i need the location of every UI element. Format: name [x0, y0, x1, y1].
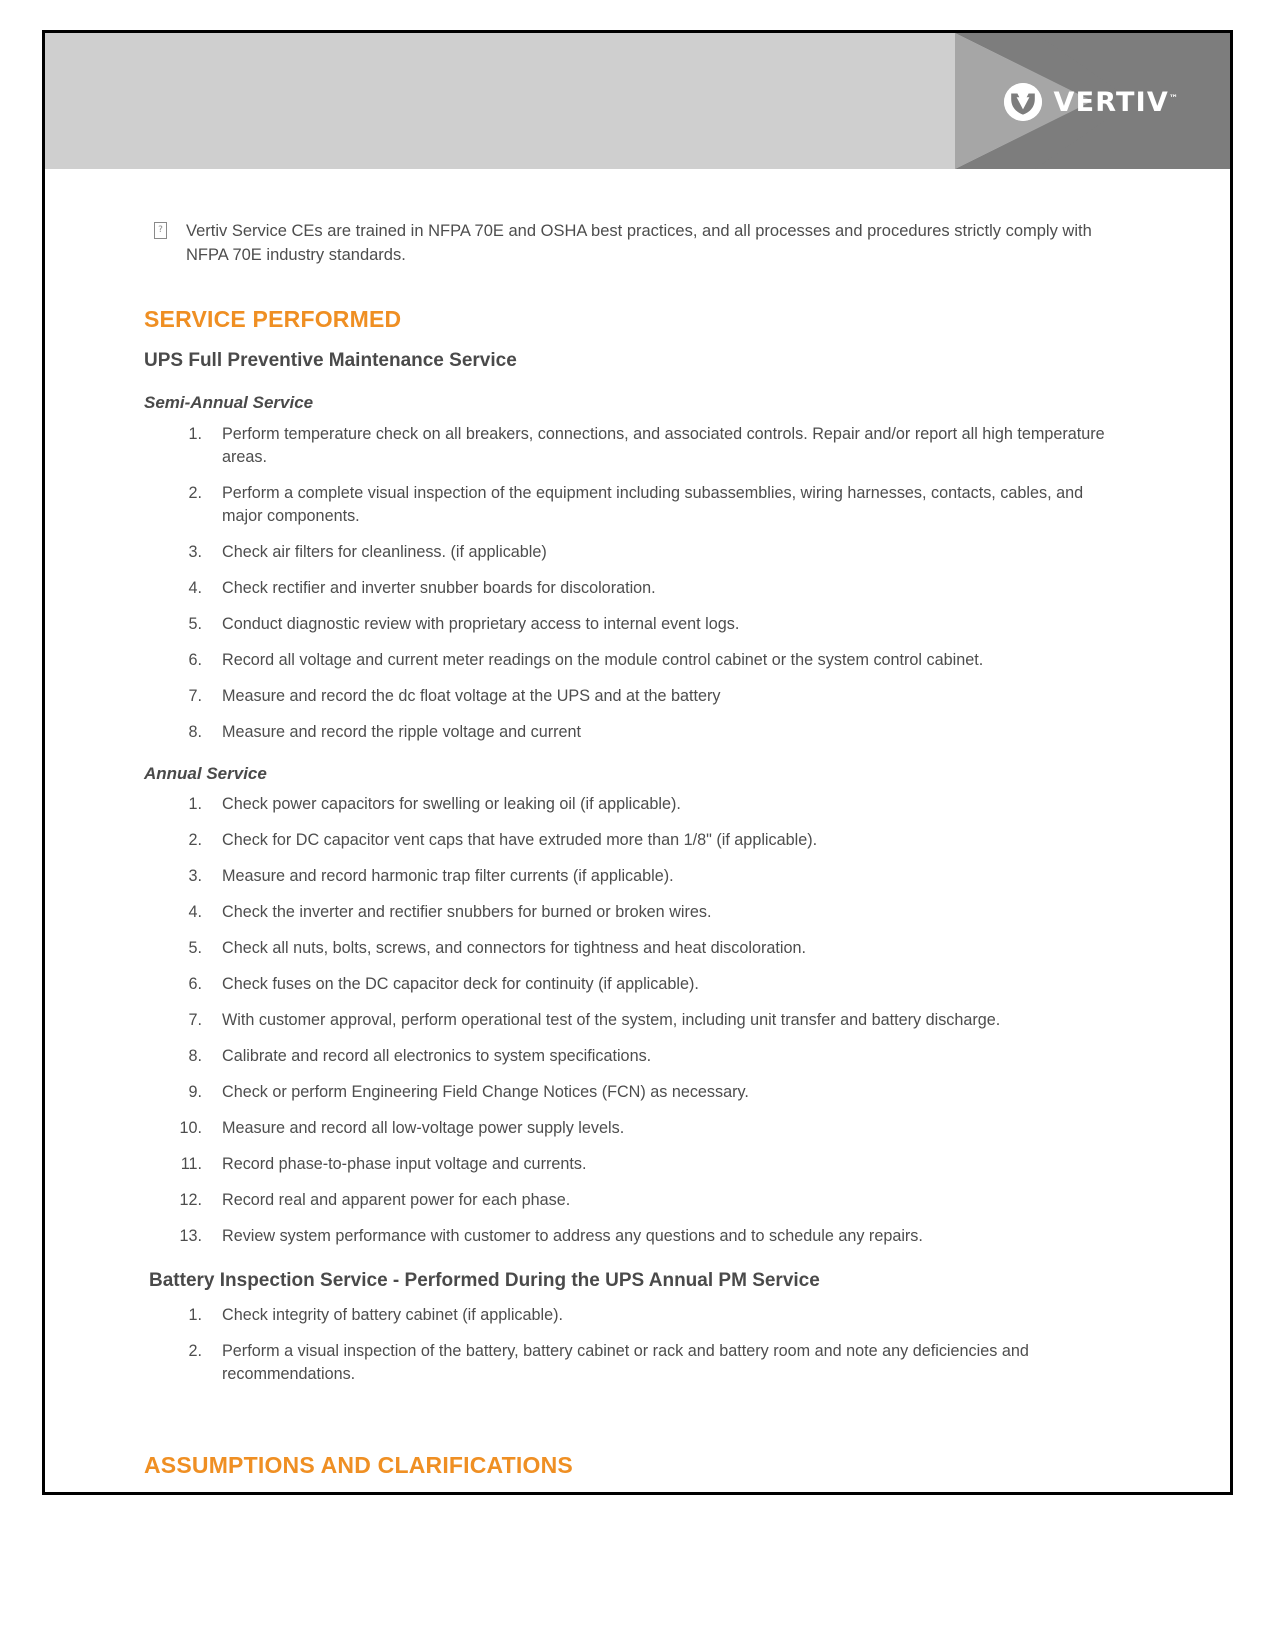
- list-text: Perform a visual inspection of the batte…: [222, 1341, 1029, 1383]
- list-text: Record real and apparent power for each …: [222, 1191, 571, 1210]
- vertiv-logo: VERTIV™: [1003, 83, 1178, 121]
- list-text: Calibrate and record all electronics to …: [222, 1047, 652, 1066]
- list-text: Check the inverter and rectifier snubber…: [222, 903, 712, 922]
- list-number: 7.: [188, 1011, 202, 1030]
- list-number: 8.: [188, 1047, 202, 1066]
- list-number: 3.: [188, 542, 202, 561]
- list-number: 6.: [188, 650, 202, 669]
- list-text: Check all nuts, bolts, screws, and conne…: [222, 939, 806, 958]
- vertiv-mark-icon: [1003, 83, 1042, 121]
- list-item: 2. Perform a complete visual inspection o…: [144, 482, 1112, 528]
- list-number: 4.: [188, 903, 202, 922]
- list-number: 13.: [179, 1227, 202, 1246]
- list-item: 5. Conduct diagnostic review with proprie…: [144, 613, 1112, 636]
- document-page: VERTIV™ ? Vertiv Service CEs are trained…: [42, 30, 1233, 1495]
- section-heading-service-performed: SERVICE PERFORMED: [144, 305, 402, 332]
- intro-bullet-text: Vertiv Service CEs are trained in NFPA 7…: [186, 222, 1092, 264]
- list-text: Check air filters for cleanliness. (if a…: [222, 542, 547, 561]
- list-number: 2.: [188, 483, 202, 502]
- list-item: 10. Measure and record all low-voltage po…: [144, 1117, 1112, 1140]
- list-number: 8.: [188, 722, 202, 741]
- list-item: 9. Check or perform Engineering Field Cha…: [144, 1081, 1112, 1104]
- list-item: 1. Perform temperature check on all break…: [144, 423, 1112, 469]
- list-item: 12. Record real and apparent power for ea…: [144, 1189, 1112, 1212]
- list-item: 5. Check all nuts, bolts, screws, and con…: [144, 937, 1112, 960]
- list-item: 11. Record phase-to-phase input voltage a…: [144, 1153, 1112, 1176]
- annual-service-list: 1. Check power capacitors for swelling or…: [144, 793, 1112, 1248]
- document-content: ? Vertiv Service CEs are trained in NFPA…: [45, 220, 1230, 1492]
- list-text: Review system performance with customer …: [222, 1227, 923, 1246]
- missing-glyph-bullet-icon: ?: [154, 222, 167, 239]
- list-number: 3.: [188, 867, 202, 886]
- list-text: Measure and record harmonic trap filter …: [222, 867, 674, 886]
- list-number: 5.: [188, 614, 202, 633]
- list-text: Record all voltage and current meter rea…: [222, 650, 984, 669]
- list-item: 6. Check fuses on the DC capacitor deck f…: [144, 973, 1112, 996]
- list-item: 4. Check rectifier and inverter snubber b…: [144, 577, 1112, 600]
- list-item: 8. Calibrate and record all electronics t…: [144, 1045, 1112, 1068]
- list-item: 3. Measure and record harmonic trap filte…: [144, 865, 1112, 888]
- battery-inspection-list: 1. Check integrity of battery cabinet (if…: [149, 1304, 1112, 1386]
- list-text: Perform temperature check on all breaker…: [222, 424, 1105, 466]
- list-item: 6. Record all voltage and current meter r…: [144, 649, 1112, 672]
- list-number: 2.: [188, 1341, 202, 1360]
- list-text: Check integrity of battery cabinet (if a…: [222, 1305, 564, 1324]
- list-item: 7. Measure and record the dc float voltag…: [144, 685, 1112, 708]
- group-heading-semi-annual: Semi-Annual Service: [144, 393, 314, 413]
- list-item: 1. Check power capacitors for swelling or…: [144, 793, 1112, 816]
- list-text: Measure and record all low-voltage power…: [222, 1119, 625, 1138]
- group-heading-annual: Annual Service: [144, 763, 267, 783]
- list-number: 6.: [188, 975, 202, 994]
- list-item: 3. Check air filters for cleanliness. (if…: [144, 541, 1112, 564]
- list-item: 2. Check for DC capacitor vent caps that …: [144, 829, 1112, 852]
- list-number: 1.: [188, 795, 202, 814]
- list-text: Conduct diagnostic review with proprieta…: [222, 614, 740, 633]
- list-number: 11.: [180, 1155, 202, 1174]
- semi-annual-service-list: 1. Perform temperature check on all break…: [144, 423, 1112, 744]
- list-item: 2. Perform a visual inspection of the bat…: [149, 1340, 1112, 1386]
- list-number: 2.: [188, 831, 202, 850]
- list-number: 12.: [179, 1191, 202, 1210]
- list-item: 8. Measure and record the ripple voltage …: [144, 721, 1112, 744]
- list-text: Perform a complete visual inspection of …: [222, 483, 1084, 525]
- list-text: Measure and record the dc float voltage …: [222, 686, 721, 705]
- section-heading-assumptions: ASSUMPTIONS AND CLARIFICATIONS: [144, 1451, 573, 1478]
- list-number: 7.: [188, 686, 202, 705]
- subheading-ups-full-pm-service: UPS Full Preventive Maintenance Service: [144, 350, 517, 372]
- subheading-battery-inspection-service: Battery Inspection Service - Performed D…: [149, 1270, 820, 1292]
- list-item: 4. Check the inverter and rectifier snubb…: [144, 901, 1112, 924]
- list-text: Check rectifier and inverter snubber boa…: [222, 578, 656, 597]
- page-header-band: VERTIV™: [45, 33, 1230, 169]
- list-number: 1.: [188, 1305, 202, 1324]
- list-text: Check power capacitors for swelling or l…: [222, 795, 681, 814]
- list-text: Record phase-to-phase input voltage and …: [222, 1155, 587, 1174]
- intro-bullet-item: ? Vertiv Service CEs are trained in NFPA…: [144, 220, 1112, 268]
- list-text: Check for DC capacitor vent caps that ha…: [222, 831, 818, 850]
- list-number: 4.: [188, 578, 202, 597]
- vertiv-wordmark: VERTIV™: [1053, 86, 1178, 118]
- list-item: 1. Check integrity of battery cabinet (if…: [149, 1304, 1112, 1327]
- list-number: 5.: [188, 939, 202, 958]
- list-number: 9.: [188, 1083, 202, 1102]
- list-item: 13. Review system performance with custom…: [144, 1225, 1112, 1248]
- list-text: Measure and record the ripple voltage an…: [222, 722, 582, 741]
- list-text: With customer approval, perform operatio…: [222, 1011, 1001, 1030]
- list-number: 1.: [188, 424, 202, 443]
- list-item: 7. With customer approval, perform operat…: [144, 1009, 1112, 1032]
- list-text: Check fuses on the DC capacitor deck for…: [222, 975, 699, 994]
- list-number: 10.: [179, 1119, 202, 1138]
- list-text: Check or perform Engineering Field Chang…: [222, 1083, 749, 1102]
- trademark-symbol: ™: [1169, 93, 1178, 104]
